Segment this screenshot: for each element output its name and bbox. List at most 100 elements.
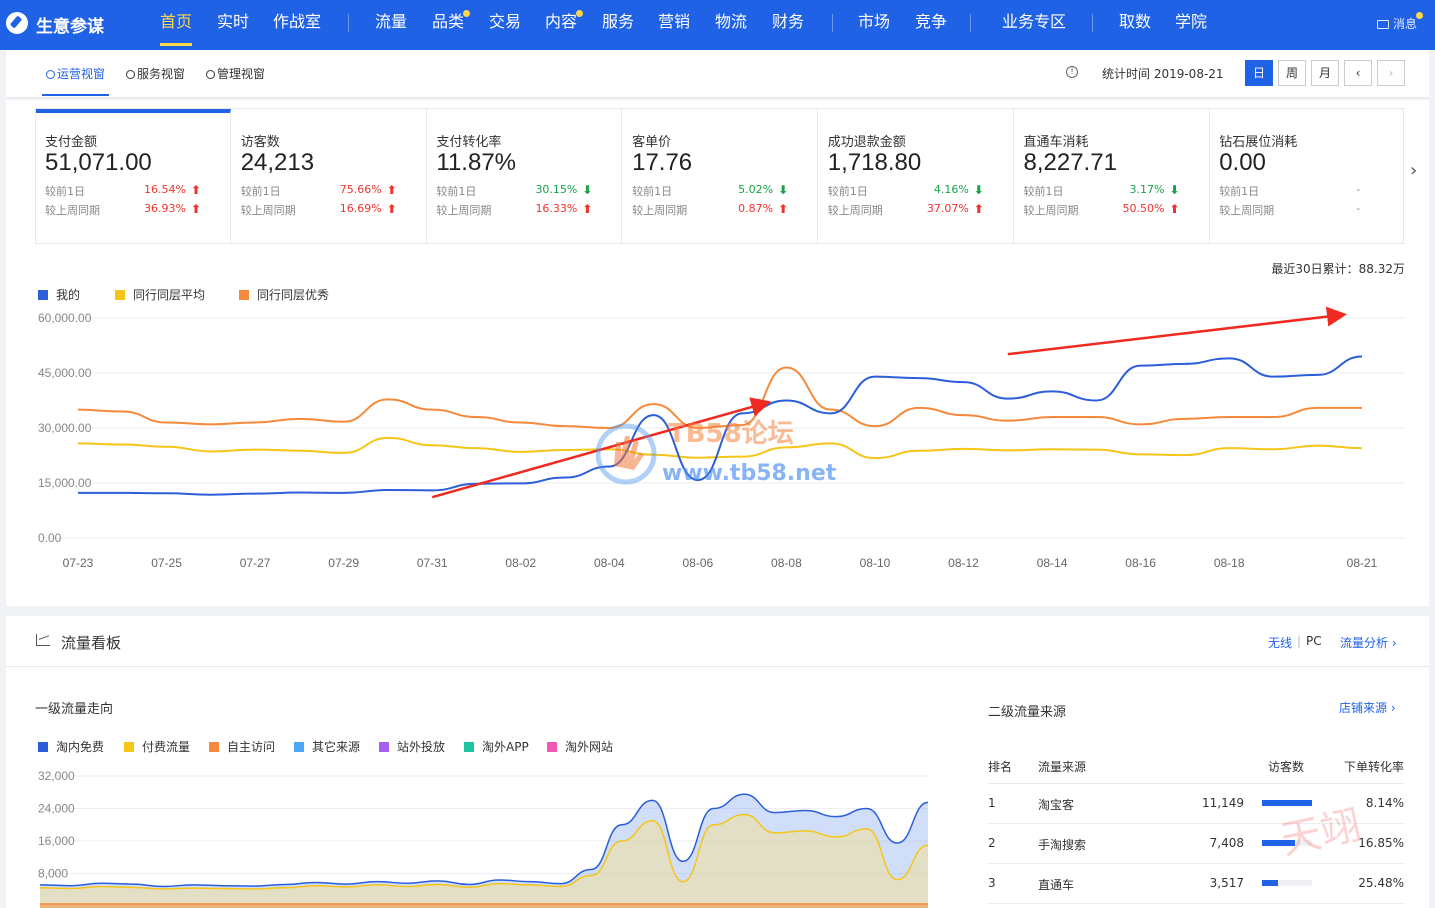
nav-item[interactable]: 服务: [602, 0, 634, 50]
nav-item[interactable]: 首页: [160, 0, 193, 50]
messages-label: 消息: [1392, 17, 1417, 31]
kpi-card[interactable]: 客单价 17.76 较前1日 5.02% ⬇ 较上周同期 0.87% ⬆: [623, 109, 819, 243]
traffic-area-chart: 32,000 24,000 16,000 8,000: [38, 769, 929, 908]
period-week-button[interactable]: 周: [1278, 60, 1306, 86]
kpi-compare-day: 较前1日 -: [1219, 183, 1405, 200]
y-tick-label: 24,000: [38, 802, 75, 816]
legend-item-external-app[interactable]: 淘外APP: [464, 738, 529, 755]
nav-item-label: 竞争: [915, 12, 948, 31]
legend-item-external-site[interactable]: 淘外网站: [547, 738, 613, 755]
header-visitors[interactable]: 访客数: [1268, 758, 1304, 775]
notification-dot: [1416, 12, 1423, 19]
period-day-button[interactable]: 日: [1245, 60, 1273, 86]
kpi-compare-day: 较前1日 4.16% ⬇: [828, 183, 1013, 200]
tab-management-view[interactable]: 管理视窗: [206, 65, 265, 82]
legend-item-taobao-free[interactable]: 淘内免费: [38, 738, 104, 755]
table-row[interactable]: 3 直通车 3,517 25.48%: [988, 864, 1404, 904]
x-tick-label: 07-27: [240, 556, 271, 570]
kpi-compare-week: 较上周同期 36.93% ⬆: [45, 202, 230, 219]
nav-item[interactable]: 流量: [375, 0, 407, 50]
source-cell: 淘宝客: [1038, 798, 1075, 812]
kpi-card[interactable]: 支付转化率 11.87% 较前1日 30.15% ⬇ 较上周同期 16.33% ⬆: [427, 109, 623, 243]
kpi-card[interactable]: 直通车消耗 8,227.71 较前1日 3.17% ⬇ 较上周同期 50.50% ⬆: [1015, 109, 1210, 243]
kpi-card[interactable]: 支付金额 51,071.00 较前1日 16.54% ⬆ 较上周同期 36.93% ⬆: [36, 109, 231, 243]
tab-service-view[interactable]: 服务视窗: [126, 65, 185, 82]
nav-separator: [970, 14, 971, 32]
nav-item-label: 取数: [1119, 12, 1152, 31]
header-source[interactable]: 流量来源: [1038, 758, 1086, 775]
x-tick-label: 08-06: [683, 556, 714, 570]
nav-item[interactable]: 营销: [658, 0, 690, 50]
info-icon[interactable]: !: [1066, 66, 1078, 78]
messages-button[interactable]: 消息: [1376, 12, 1423, 32]
kpi-card[interactable]: 访客数 24,213 较前1日 75.66% ⬆ 较上周同期 16.69% ⬆: [232, 109, 427, 243]
source-cell: 直通车: [1038, 878, 1075, 892]
nav-item-label: 财务: [772, 12, 805, 31]
nav-item-label: 服务: [602, 12, 635, 31]
nav-item[interactable]: 内容: [545, 0, 584, 50]
chevron-right-icon[interactable]: ›: [1410, 160, 1417, 181]
tab-label: 管理视窗: [217, 67, 266, 81]
nav-item[interactable]: 物流: [715, 0, 747, 50]
kpi-card[interactable]: 钻石展位消耗 0.00 较前1日 - 较上周同期 -: [1210, 109, 1405, 243]
statistics-time: 统计时间 2019-08-21: [1102, 67, 1224, 81]
nav-item[interactable]: 竞争: [915, 0, 947, 50]
rank-cell: 3: [988, 876, 996, 890]
x-tick-label: 08-18: [1214, 556, 1245, 570]
traffic-board-title: 流量看板: [61, 634, 122, 652]
kpi-compare-week: 较上周同期 -: [1219, 202, 1405, 219]
legend-item-offsite-ads[interactable]: 站外投放: [379, 738, 445, 755]
tab-operations-view[interactable]: 运营视窗: [41, 65, 110, 96]
legend-swatch: [115, 290, 125, 300]
arrow-down-icon: ⬇: [1169, 183, 1180, 197]
traffic-analysis-link[interactable]: 流量分析 ›: [1340, 634, 1397, 651]
kpi-compare-day: 较前1日 3.17% ⬇: [1024, 183, 1209, 200]
legend-label: 淘内免费: [56, 740, 105, 754]
traffic-area-legend: 淘内免费 付费流量 自主访问 其它来源 站外投放 淘外APP 淘外网站: [38, 738, 658, 754]
kpi-value: 24,213: [240, 149, 315, 176]
arrow-up-icon: ⬆: [973, 202, 984, 216]
x-tick-label: 08-08: [771, 556, 802, 570]
next-date-button[interactable]: ›: [1377, 60, 1405, 86]
kpi-card[interactable]: 成功退款金额 1,718.80 较前1日 4.16% ⬇ 较上周同期 37.07% ⬆: [819, 109, 1014, 243]
nav-item[interactable]: 市场: [858, 0, 890, 50]
x-tick-label: 08-04: [594, 556, 625, 570]
compare-week-label: 较上周同期: [827, 204, 883, 217]
nav-item[interactable]: 交易: [489, 0, 521, 50]
kpi-compare-day: 较前1日 75.66% ⬆: [241, 183, 426, 200]
nav-item[interactable]: 取数: [1119, 0, 1151, 50]
nav-item[interactable]: 财务: [772, 0, 804, 50]
nav-item[interactable]: 作战室: [273, 0, 321, 50]
legend-swatch: [38, 290, 48, 300]
legend-swatch: [464, 742, 474, 752]
kpi-compare-day: 较前1日 30.15% ⬇: [436, 183, 621, 200]
pc-link[interactable]: PC: [1306, 634, 1322, 648]
arrow-up-icon: ⬆: [386, 202, 397, 216]
nav-item[interactable]: 实时: [217, 0, 249, 50]
arrow-up-icon: ⬆: [191, 202, 202, 216]
compare-week-value: 50.50%: [1122, 202, 1165, 215]
brand-name[interactable]: 生意参谋: [36, 12, 104, 37]
compare-day-value: 75.66%: [339, 183, 382, 196]
previous-date-button[interactable]: ‹: [1344, 60, 1372, 86]
wireless-link[interactable]: 无线: [1268, 634, 1292, 651]
nav-item[interactable]: 学院: [1175, 0, 1207, 50]
tab-label: 服务视窗: [137, 67, 186, 81]
nav-item[interactable]: 品类: [432, 0, 471, 50]
arrow-up-icon: ⬆: [582, 202, 593, 216]
legend-item-direct-visit[interactable]: 自主访问: [209, 738, 275, 755]
nav-item-label: 市场: [858, 12, 891, 31]
compass-logo-icon[interactable]: [6, 12, 28, 34]
header-conversion[interactable]: 下单转化率: [1344, 758, 1404, 775]
kpi-label: 钻石展位消耗: [1219, 135, 1298, 150]
legend-label: 站外投放: [397, 740, 446, 754]
nav-item[interactable]: 业务专区: [1002, 0, 1066, 50]
shop-source-link[interactable]: 店铺来源 ›: [1339, 699, 1396, 716]
header-rank[interactable]: 排名: [988, 758, 1012, 775]
kpi-value: 51,071.00: [45, 149, 152, 176]
period-month-button[interactable]: 月: [1311, 60, 1339, 86]
nav-item-label: 首页: [160, 12, 193, 31]
legend-item-paid-traffic[interactable]: 付费流量: [124, 738, 190, 755]
legend-item-other-sources[interactable]: 其它来源: [294, 738, 360, 755]
table-header: 排名 流量来源 访客数 下单转化率: [988, 752, 1404, 784]
